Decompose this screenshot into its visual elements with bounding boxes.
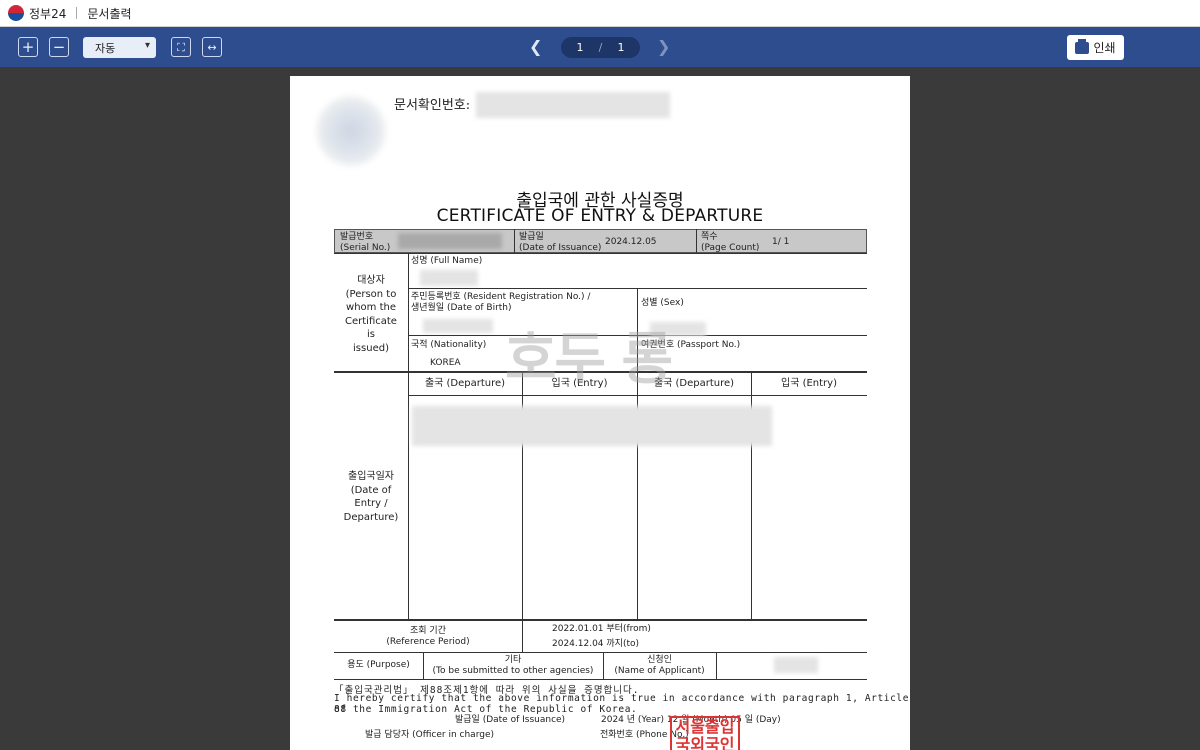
issue-footer-label: 발급일 (Date of Issuance): [455, 715, 566, 725]
page-total: 1: [617, 41, 625, 54]
name-label: 성명 (Full Name): [411, 256, 483, 266]
fit-width-icon: ↔: [207, 40, 217, 54]
issue-date: 2024.12.05: [605, 237, 657, 247]
applicant-label: 신청인 (Name of Applicant): [614, 655, 705, 677]
doc-number-label: 문서확인번호:: [394, 98, 471, 113]
redacted-rrn: [423, 319, 493, 333]
divider: [696, 229, 697, 253]
table-line: [408, 253, 409, 371]
prev-page-button[interactable]: ❮: [529, 37, 542, 56]
plus-icon: +: [21, 37, 35, 56]
official-red-seal: 서울출입 국외국인: [670, 716, 740, 750]
page-slash: /: [598, 41, 603, 54]
print-label: 인쇄: [1093, 41, 1116, 55]
redacted-name: [420, 270, 478, 286]
chevron-down-icon: ▾: [144, 40, 150, 51]
table-line: [334, 253, 867, 254]
next-page-button[interactable]: ❯: [657, 37, 670, 56]
zoom-select[interactable]: 자동 ▾: [83, 37, 156, 58]
table-line: [716, 652, 717, 679]
pages-value: 1/ 1: [772, 237, 790, 247]
zoom-value: 자동: [95, 41, 116, 55]
redacted-applicant: [774, 657, 818, 673]
table-line: [334, 652, 867, 653]
rrn-label: 주민등록번호 (Resident Registration No.) / 생년월일…: [411, 292, 591, 314]
zoom-out-button[interactable]: −: [49, 37, 69, 57]
reference-to: 2024.12.04 까지(to): [552, 639, 640, 649]
nationality-value: KOREA: [430, 358, 461, 368]
fit-page-button[interactable]: ⛶: [171, 37, 191, 57]
redacted-doc-number: [476, 92, 670, 118]
date-label: 출입국일자 (Date of Entry / Departure): [343, 471, 399, 523]
fit-width-button[interactable]: ↔: [202, 37, 222, 57]
reference-from: 2022.01.01 부터(from): [552, 624, 651, 634]
watermark-text: 호두 롱: [505, 327, 673, 392]
printer-icon: [1075, 38, 1090, 54]
title-divider: [76, 7, 78, 19]
pages-label: 쪽수 (Page Count): [701, 232, 760, 254]
serial-label: 발급번호 (Serial No.): [340, 232, 391, 254]
table-line: [334, 619, 867, 621]
subject-label: 대상자 (Person to whom the Certificate is issued…: [345, 275, 397, 354]
government-seal-image: [316, 96, 386, 166]
gov24-logo-icon: [8, 5, 24, 21]
print-button[interactable]: 인쇄: [1067, 35, 1124, 60]
law-statement-en-2: of the Immigration Act of the Republic o…: [334, 704, 638, 715]
page-indicator[interactable]: 1 / 1: [561, 37, 640, 58]
redacted-dates: [412, 406, 772, 446]
table-line: [408, 395, 867, 396]
table-line: [334, 679, 867, 680]
col-entry-2: 입국 (Entry): [781, 378, 837, 389]
zoom-in-button[interactable]: +: [18, 37, 38, 57]
divider: [514, 229, 515, 253]
section-title: 문서출력: [87, 6, 132, 21]
document-page: 문서확인번호: 출입국에 관한 사실증명 CERTIFICATE OF ENTR…: [290, 76, 910, 750]
redacted-serial: [398, 233, 502, 249]
title-bar: 정부24 문서출력: [0, 0, 1200, 27]
reference-period-label: 조회 기간 (Reference Period): [386, 626, 470, 648]
title-english: CERTIFICATE OF ENTRY & DEPARTURE: [436, 206, 764, 226]
table-line: [408, 373, 409, 619]
table-line: [522, 621, 523, 652]
nationality-label: 국적 (Nationality): [411, 340, 487, 350]
sex-label: 성별 (Sex): [641, 298, 684, 308]
other-label: 기타 (To be submitted to other agencies): [432, 655, 594, 677]
purpose-label: 용도 (Purpose): [347, 660, 410, 670]
fit-page-icon: ⛶: [177, 40, 185, 54]
viewer-toolbar: + − 자동 ▾ ⛶ ↔ ❮ 1 / 1 ❯ 인쇄: [0, 27, 1200, 67]
issue-label: 발급일 (Date of Issuance): [519, 232, 602, 254]
officer-label: 발급 담당자 (Officer in charge): [365, 730, 495, 740]
page-current[interactable]: 1: [577, 41, 584, 54]
minus-icon: −: [52, 37, 66, 56]
app-name: 정부24: [29, 6, 67, 21]
